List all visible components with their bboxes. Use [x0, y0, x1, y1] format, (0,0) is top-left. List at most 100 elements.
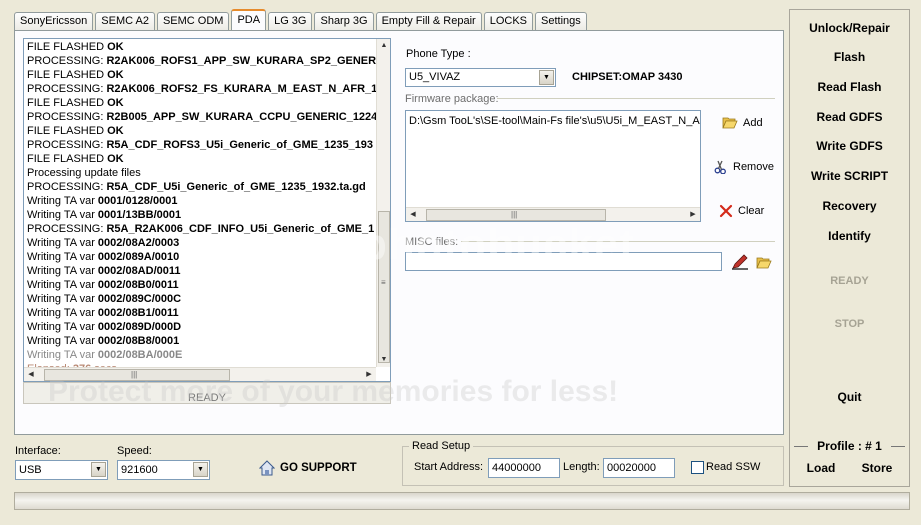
read-gdfs-button[interactable]: Read GDFS [790, 110, 909, 124]
edit-button[interactable] [731, 254, 749, 273]
log-vertical-scrollbar[interactable]: ▲ ≡ ▼ [376, 39, 390, 367]
read-ssw-label: Read SSW [706, 461, 761, 473]
scroll-right-icon[interactable]: ▶ [362, 368, 376, 381]
log-line-label: FILE FLASHED [27, 153, 108, 165]
read-ssw-checkbox[interactable] [691, 461, 704, 474]
close-icon [719, 204, 733, 218]
log-line-value: OK [107, 97, 124, 109]
scroll-up-icon[interactable]: ▲ [377, 39, 390, 53]
log-line-label: Writing TA var [27, 251, 98, 263]
scroll-down-icon[interactable]: ▼ [377, 353, 390, 367]
home-icon [259, 460, 275, 476]
profile-selector[interactable]: Profile : # 1 [790, 439, 909, 453]
log-line-label: Writing TA var [27, 349, 98, 361]
interface-label: Interface: [15, 445, 61, 457]
tab-semc-odm[interactable]: SEMC ODM [156, 12, 230, 30]
log-line: PROCESSING: R2B005_APP_SW_KURARA_CCPU_GE… [27, 110, 376, 124]
log-line: FILE FLASHED OK [27, 96, 376, 110]
firmware-horizontal-scrollbar[interactable]: ◀ ||| ▶ [406, 207, 700, 221]
log-line: PROCESSING: R2AK006_ROFS2_FS_KURARA_M_EA… [27, 82, 376, 96]
length-input[interactable]: 00020000 [603, 458, 675, 478]
log-line-label: PROCESSING: [27, 83, 107, 95]
start-address-input[interactable]: 44000000 [488, 458, 560, 478]
log-line-label: Writing TA var [27, 237, 98, 249]
go-support-label: GO SUPPORT [280, 462, 357, 474]
firmware-list[interactable]: D:\Gsm TooL's\SE-tool\Main-Fs file's\u5\… [405, 110, 701, 222]
log-horizontal-scrollbar[interactable]: ◀ ||| ▶ [24, 367, 376, 381]
add-button[interactable]: Add [722, 116, 763, 129]
log-line-value: R5A_R2AK006_CDF_INFO_U5i_Generic_of_GME_… [106, 223, 375, 235]
scroll-thumb[interactable]: ||| [44, 369, 230, 381]
tab-lg-3g[interactable]: LG 3G [268, 12, 313, 30]
log-line-label: Writing TA var [27, 279, 98, 291]
flash-button[interactable]: Flash [790, 50, 909, 64]
log-line-label: FILE FLASHED [27, 41, 108, 53]
log-line: Writing TA var 0002/08AD/0011 [27, 264, 376, 278]
log-line-value: 0002/089D/000D [97, 321, 182, 333]
chevron-down-icon[interactable]: ▼ [91, 462, 106, 477]
read-flash-button[interactable]: Read Flash [790, 80, 909, 94]
tab-semc-a2[interactable]: SEMC A2 [95, 12, 155, 30]
log-output[interactable]: FILE FLASHED OK PROCESSING: R2AK006_ROFS1… [23, 38, 391, 382]
log-line-value: 0001/13BB/0001 [97, 209, 182, 221]
log-line-value: 0002/08A2/0003 [97, 237, 180, 249]
scroll-right-icon[interactable]: ▶ [686, 208, 700, 221]
stop-button[interactable]: STOP [790, 318, 909, 330]
log-line: FILE FLASHED OK [27, 40, 376, 54]
scroll-thumb[interactable]: ||| [426, 209, 606, 221]
tab-empty-fill-repair[interactable]: Empty Fill & Repair [375, 12, 482, 30]
phone-type-value: U5_VIVAZ [409, 71, 461, 83]
remove-button[interactable]: Remove [714, 160, 774, 174]
log-line-value: R5A_CDF_ROFS3_U5i_Generic_of_GME_1235_19… [106, 139, 374, 151]
identify-button[interactable]: Identify [790, 229, 909, 243]
firmware-path[interactable]: D:\Gsm TooL's\SE-tool\Main-Fs file's\u5\… [409, 115, 700, 127]
log-line: PROCESSING: R5A_CDF_U5i_Generic_of_GME_1… [27, 180, 376, 194]
chevron-down-icon[interactable]: ▼ [193, 462, 208, 477]
log-line-value: OK [107, 153, 124, 165]
log-line: Writing TA var 0002/089D/000D [27, 320, 376, 334]
speed-select[interactable]: 921600 ▼ [117, 460, 210, 480]
tab-settings[interactable]: Settings [535, 12, 587, 30]
write-script-button[interactable]: Write SCRIPT [790, 169, 909, 183]
log-line: PROCESSING: R2AK006_ROFS1_APP_SW_KURARA_… [27, 54, 376, 68]
recovery-button[interactable]: Recovery [790, 199, 909, 213]
unlock-repair-button[interactable]: Unlock/Repair [790, 21, 909, 35]
log-line: PROCESSING: R5A_CDF_ROFS3_U5i_Generic_of… [27, 138, 376, 152]
chevron-down-icon[interactable]: ▼ [539, 70, 554, 85]
browse-button[interactable] [756, 256, 772, 272]
speed-label: Speed: [117, 445, 152, 457]
firmware-label: Firmware package: [405, 93, 499, 105]
interface-select[interactable]: USB ▼ [15, 460, 108, 480]
tab-pda[interactable]: PDA [231, 9, 267, 30]
tab-sonyericsson[interactable]: SonyEricsson [14, 12, 94, 30]
write-gdfs-button[interactable]: Write GDFS [790, 139, 909, 153]
remove-label: Remove [733, 161, 774, 173]
store-button[interactable]: Store [855, 461, 899, 475]
quit-button[interactable]: Quit [790, 390, 909, 404]
read-setup-group: Read Setup Start Address: 44000000 Lengt… [402, 440, 784, 486]
tab-locks[interactable]: LOCKS [483, 12, 534, 30]
phone-type-select[interactable]: U5_VIVAZ ▼ [405, 68, 556, 87]
log-line-value: OK [107, 69, 124, 81]
divider [497, 98, 775, 99]
log-line-value: R2AK006_ROFS2_FS_KURARA_M_EAST_N_AFR_1 [106, 83, 376, 95]
log-line: FILE FLASHED OK [27, 152, 376, 166]
clear-button[interactable]: Clear [719, 204, 764, 218]
command-panel: Unlock/Repair Flash Read Flash Read GDFS… [789, 9, 910, 487]
misc-files-input[interactable] [405, 252, 722, 271]
scroll-thumb[interactable]: ≡ [378, 211, 390, 363]
go-support-button[interactable]: GO SUPPORT [259, 460, 357, 476]
scroll-left-icon[interactable]: ◀ [24, 368, 38, 381]
log-line-label: Processing update files [27, 167, 141, 179]
log-line-value: 0002/089C/000C [97, 293, 182, 305]
log-line: Writing TA var 0002/089C/000C [27, 292, 376, 306]
log-line: Writing TA var 0002/08A2/0003 [27, 236, 376, 250]
log-line-value: 0002/08BA/000E [97, 349, 183, 361]
scroll-left-icon[interactable]: ◀ [406, 208, 420, 221]
log-line: Writing TA var 0001/13BB/0001 [27, 208, 376, 222]
log-line-value: R2B005_APP_SW_KURARA_CCPU_GENERIC_1224_ [106, 111, 376, 123]
chipset-label: CHIPSET:OMAP 3430 [572, 71, 683, 83]
log-line-value: 0002/08B1/0011 [97, 307, 179, 319]
tab-sharp-3g[interactable]: Sharp 3G [314, 12, 374, 30]
load-button[interactable]: Load [799, 461, 843, 475]
